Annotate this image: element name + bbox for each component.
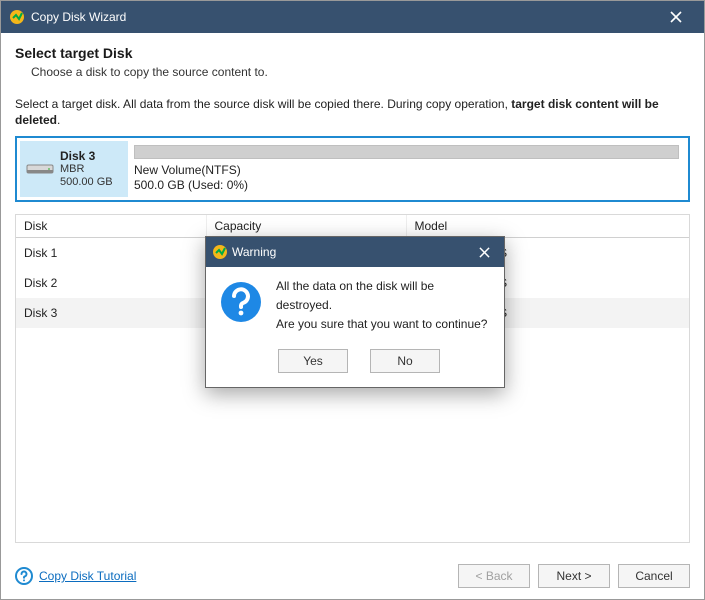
instruction-text: Select a target disk. All data from the … <box>15 97 690 128</box>
target-disk-header: Disk 3 MBR 500.00 GB <box>20 141 128 197</box>
partition-bar <box>134 145 679 159</box>
disk-icon <box>26 160 54 178</box>
page-heading: Select target Disk <box>15 45 690 61</box>
help-icon <box>15 567 33 585</box>
instruction-suffix: . <box>57 113 60 127</box>
target-disk-panel: Disk 3 MBR 500.00 GB New Volume(NTFS) 50… <box>15 136 690 202</box>
page-subheading: Choose a disk to copy the source content… <box>31 65 690 79</box>
cell-disk: Disk 1 <box>16 238 206 269</box>
dialog-message-1: All the data on the disk will be destroy… <box>276 277 490 315</box>
table-header-row: Disk Capacity Model <box>16 215 689 238</box>
footer: Copy Disk Tutorial < Back Next > Cancel <box>1 553 704 599</box>
col-model[interactable]: Model <box>406 215 689 238</box>
dialog-title: Warning <box>232 245 276 259</box>
app-icon <box>212 244 228 260</box>
target-volume-detail: 500.0 GB (Used: 0%) <box>134 178 679 193</box>
col-capacity[interactable]: Capacity <box>206 215 406 238</box>
app-icon <box>9 9 25 25</box>
close-icon <box>479 247 490 258</box>
cell-disk: Disk 2 <box>16 268 206 298</box>
dialog-yes-button[interactable]: Yes <box>278 349 348 373</box>
dialog-titlebar: Warning <box>206 237 504 267</box>
cancel-button[interactable]: Cancel <box>618 564 690 588</box>
back-button[interactable]: < Back <box>458 564 530 588</box>
dialog-close-button[interactable] <box>470 237 498 267</box>
dialog-message-2: Are you sure that you want to continue? <box>276 315 490 334</box>
dialog-body: All the data on the disk will be destroy… <box>206 267 504 341</box>
target-disk-name: Disk 3 <box>60 149 113 163</box>
instruction-prefix: Select a target disk. All data from the … <box>15 97 511 111</box>
close-icon <box>670 11 682 23</box>
tutorial-link[interactable]: Copy Disk Tutorial <box>39 569 136 583</box>
target-volume-name: New Volume(NTFS) <box>134 163 679 178</box>
warning-dialog: Warning All the data on the disk will be… <box>205 236 505 388</box>
target-disk-volume-area: New Volume(NTFS) 500.0 GB (Used: 0%) <box>128 141 685 197</box>
window-title: Copy Disk Wizard <box>31 10 126 24</box>
cell-disk: Disk 3 <box>16 298 206 328</box>
next-button[interactable]: Next > <box>538 564 610 588</box>
titlebar: Copy Disk Wizard <box>1 1 704 33</box>
target-disk-size: 500.00 GB <box>60 176 113 189</box>
col-disk[interactable]: Disk <box>16 215 206 238</box>
question-icon <box>220 281 262 323</box>
dialog-actions: Yes No <box>206 341 504 387</box>
wizard-window: Copy Disk Wizard Select target Disk Choo… <box>0 0 705 600</box>
target-disk-scheme: MBR <box>60 163 113 176</box>
dialog-no-button[interactable]: No <box>370 349 440 373</box>
window-close-button[interactable] <box>656 1 696 33</box>
